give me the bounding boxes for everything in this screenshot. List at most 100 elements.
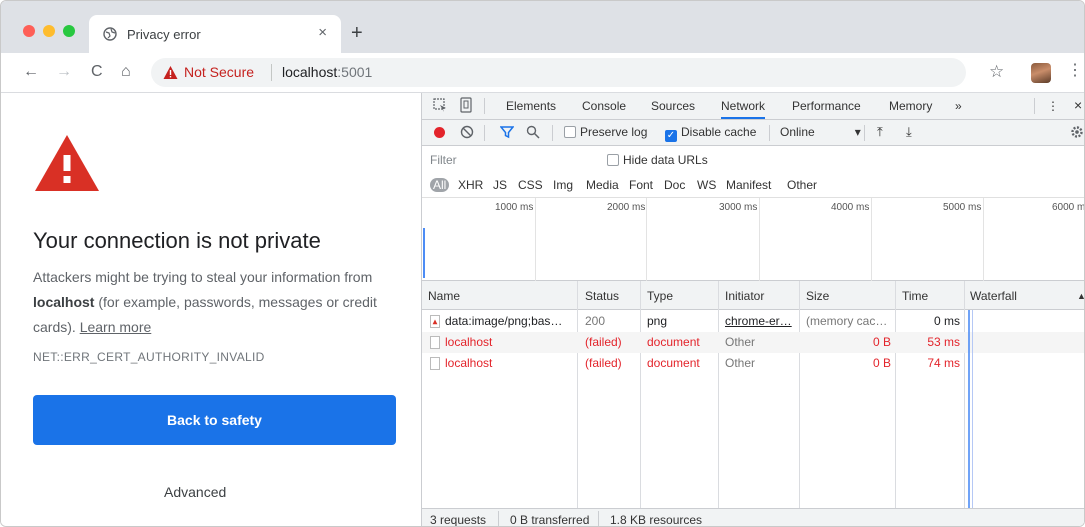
preserve-log-box[interactable] — [564, 126, 576, 138]
type-filter-js[interactable]: JS — [493, 178, 507, 192]
type-filter-other[interactable]: Other — [787, 178, 817, 192]
throttling-select[interactable]: Online ▾ — [780, 125, 861, 139]
browser-menu-icon[interactable]: ⋮ — [1067, 62, 1083, 80]
request-initiator: Other — [725, 335, 756, 349]
tab-network[interactable]: Network — [721, 99, 766, 119]
tab-console[interactable]: Console — [582, 99, 626, 113]
hide-data-urls-checkbox[interactable]: Hide data URLs — [607, 153, 708, 167]
inspect-element-icon[interactable] — [432, 97, 448, 113]
tab-performance[interactable]: Performance — [792, 99, 861, 113]
request-time: 53 ms — [927, 335, 960, 349]
disable-cache-box[interactable]: ✓ — [665, 130, 677, 142]
back-arrow-icon[interactable]: ← — [23, 63, 39, 81]
overview-gridline — [871, 198, 872, 281]
request-status: (failed) — [585, 356, 622, 370]
column-waterfall[interactable]: Waterfall — [970, 289, 1017, 303]
url-port: :5001 — [337, 64, 373, 80]
hide-data-urls-box[interactable] — [607, 154, 619, 166]
close-window-button[interactable] — [23, 25, 35, 37]
filter-input[interactable]: Filter — [430, 153, 457, 167]
preserve-log-label: Preserve log — [580, 125, 648, 139]
type-filter-doc[interactable]: Doc — [664, 178, 685, 192]
profile-avatar[interactable] — [1031, 63, 1051, 83]
devtools-close-icon[interactable]: × — [1074, 97, 1082, 113]
clear-icon[interactable] — [460, 125, 474, 139]
tab-sources[interactable]: Sources — [651, 99, 695, 113]
forward-arrow-icon[interactable]: → — [56, 63, 72, 81]
filter-funnel-icon[interactable] — [500, 125, 514, 139]
overview-tick-label: 6000 m — [1052, 202, 1085, 213]
tab-privacy-error[interactable]: Privacy error × — [89, 15, 341, 53]
column-status[interactable]: Status — [585, 289, 619, 303]
not-secure-label[interactable]: Not Secure — [184, 64, 254, 80]
column-name[interactable]: Name — [428, 289, 460, 303]
type-filter-media[interactable]: Media — [586, 178, 619, 192]
warning-triangle-icon — [163, 66, 178, 79]
error-body-prefix: Attackers might be trying to steal your … — [33, 269, 373, 285]
devtools-panel: Elements Console Sources Network Perform… — [421, 93, 1085, 527]
column-type[interactable]: Type — [647, 289, 673, 303]
big-warning-icon — [35, 135, 99, 191]
document-file-icon — [430, 357, 440, 370]
back-to-safety-button[interactable]: Back to safety — [33, 395, 396, 445]
column-size[interactable]: Size — [806, 289, 829, 303]
new-tab-button[interactable]: + — [351, 23, 363, 43]
type-filter-manifest[interactable]: Manifest — [726, 178, 771, 192]
address-bar[interactable]: Not Secure localhost:5001 — [151, 58, 966, 87]
sort-caret-icon[interactable]: ▲ — [1077, 291, 1084, 301]
waterfall-load-line — [972, 310, 973, 508]
document-file-icon — [430, 336, 440, 349]
maximize-window-button[interactable] — [63, 25, 75, 37]
overview-gridline — [535, 198, 536, 281]
resource-type-filters: All XHR JS CSS Img Media Font Doc WS Man… — [422, 173, 1084, 198]
network-overview[interactable]: 1000 ms 2000 ms 3000 ms 4000 ms 5000 ms … — [422, 198, 1085, 281]
throttling-value: Online — [780, 125, 815, 139]
request-type: document — [647, 335, 700, 349]
table-row[interactable]: data:image/png;bas… 200 png chrome-er… (… — [422, 311, 1084, 332]
preserve-log-checkbox[interactable]: Preserve log — [564, 125, 647, 139]
tab-memory[interactable]: Memory — [889, 99, 932, 113]
devtools-menu-icon[interactable]: ⋮ — [1047, 99, 1059, 113]
requests-count: 3 requests — [430, 513, 487, 527]
settings-gear-icon[interactable] — [1070, 125, 1084, 139]
export-har-icon[interactable]: ⤓ — [906, 124, 912, 140]
minimize-window-button[interactable] — [43, 25, 55, 37]
type-filter-font[interactable]: Font — [629, 178, 653, 192]
overview-tick-label: 4000 ms — [831, 202, 870, 213]
more-tabs-chevron[interactable]: » — [955, 99, 962, 113]
type-filter-xhr[interactable]: XHR — [458, 178, 483, 192]
device-toolbar-icon[interactable] — [458, 97, 474, 113]
browser-window: Privacy error × + ← → C ⌂ Not Secure loc… — [0, 0, 1085, 527]
home-icon[interactable]: ⌂ — [121, 63, 131, 81]
import-har-icon[interactable]: ⤒ — [877, 124, 883, 140]
request-status: (failed) — [585, 335, 622, 349]
type-filter-img[interactable]: Img — [553, 178, 573, 192]
request-name: localhost — [445, 356, 493, 370]
tab-elements[interactable]: Elements — [506, 99, 556, 113]
tab-title: Privacy error — [127, 27, 201, 42]
divider — [864, 125, 865, 141]
column-initiator[interactable]: Initiator — [725, 289, 764, 303]
record-icon[interactable] — [434, 127, 445, 138]
disable-cache-checkbox[interactable]: ✓ Disable cache — [665, 125, 756, 142]
transferred-size: 0 B transferred — [510, 513, 590, 527]
type-filter-ws[interactable]: WS — [697, 178, 716, 192]
divider — [769, 125, 770, 141]
search-icon[interactable] — [526, 125, 540, 139]
learn-more-link[interactable]: Learn more — [80, 319, 152, 335]
request-time: 0 ms — [933, 314, 960, 328]
tab-close-icon[interactable]: × — [318, 24, 327, 41]
advanced-button[interactable]: Advanced — [164, 484, 226, 500]
table-row[interactable]: localhost (failed) document Other 0 B 74… — [422, 353, 1084, 374]
waterfall-domcontentloaded-line — [968, 310, 970, 508]
type-filter-all[interactable]: All — [430, 178, 450, 192]
table-row[interactable]: localhost (failed) document Other 0 B 53… — [422, 332, 1084, 353]
column-time[interactable]: Time — [902, 289, 928, 303]
type-filter-css[interactable]: CSS — [518, 178, 543, 192]
divider — [598, 511, 599, 526]
request-initiator[interactable]: chrome-er… — [725, 314, 797, 328]
reload-icon[interactable]: C — [91, 63, 103, 81]
request-type: document — [647, 356, 700, 370]
bookmark-star-icon[interactable]: ☆ — [989, 63, 1004, 81]
error-code[interactable]: NET::ERR_CERT_AUTHORITY_INVALID — [33, 350, 265, 364]
